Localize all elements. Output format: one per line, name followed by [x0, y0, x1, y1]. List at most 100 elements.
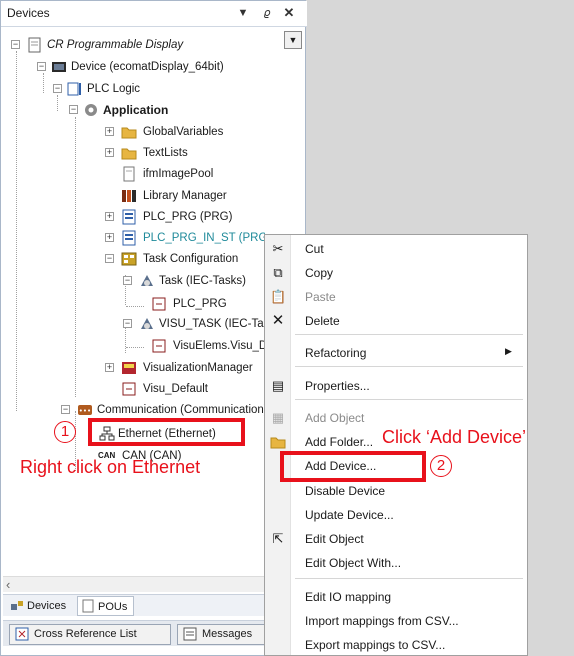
- edit-object-icon: ⇱: [272, 531, 284, 546]
- tab-messages-label: Messages: [202, 628, 253, 640]
- devices-panel: Devices ▼ 𝜚 ✕ − CR Programmable Display …: [0, 0, 307, 656]
- visualization-icon: [121, 381, 137, 397]
- menu-item-export-mappings[interactable]: Export mappings to CSV...: [305, 635, 445, 655]
- tree-device[interactable]: Device (ecomatDisplay_64bit): [71, 57, 224, 77]
- expand-toggle[interactable]: −: [105, 254, 114, 263]
- expand-toggle[interactable]: −: [69, 105, 78, 114]
- close-icon[interactable]: ✕: [281, 4, 297, 22]
- tree-plc-prg-in-st[interactable]: PLC_PRG_IN_ST (PRG): [143, 228, 265, 248]
- folder-icon: [270, 434, 286, 450]
- tree-textlists[interactable]: TextLists: [143, 143, 188, 163]
- tab-cross-reference-label: Cross Reference List: [34, 628, 137, 640]
- delete-icon: ✕: [271, 312, 285, 329]
- program-call-icon: [151, 296, 167, 312]
- cross-reference-icon: [14, 626, 30, 642]
- add-object-icon: ▦: [271, 410, 285, 425]
- image-pool-icon: [121, 166, 137, 182]
- output-tab-strip: Cross Reference List Messages: [3, 620, 305, 646]
- folder-icon: [121, 124, 137, 140]
- menu-item-disable-device[interactable]: Disable Device: [305, 481, 385, 501]
- tree-task-configuration[interactable]: Task Configuration: [143, 249, 265, 269]
- pous-tab-icon: [80, 598, 96, 614]
- tree-communication[interactable]: Communication (Communication): [97, 400, 265, 420]
- menu-item-edit-io-mapping[interactable]: Edit IO mapping: [305, 587, 391, 607]
- menu-item-add-object[interactable]: Add Object: [305, 408, 364, 428]
- step-1-marker: 1: [54, 421, 76, 443]
- menu-item-edit-object[interactable]: Edit Object: [305, 529, 364, 549]
- tree-visualization-manager[interactable]: VisualizationManager: [143, 358, 265, 378]
- cut-icon: ✂: [272, 241, 284, 256]
- tab-devices-label: Devices: [27, 600, 67, 612]
- tree-application[interactable]: Application: [103, 100, 168, 120]
- communication-icon: •••: [77, 402, 93, 418]
- paste-icon: 📋: [270, 289, 287, 304]
- pin-icon[interactable]: 𝜚: [259, 4, 275, 22]
- pou-icon: [121, 209, 137, 225]
- step-2-instruction: Click ‘Add Device’: [382, 427, 527, 447]
- menu-item-update-device[interactable]: Update Device...: [305, 505, 394, 525]
- tree-plc-logic[interactable]: PLC Logic: [87, 79, 140, 99]
- expand-toggle[interactable]: +: [105, 233, 114, 242]
- tree-task[interactable]: Task (IEC-Tasks): [159, 271, 265, 291]
- project-icon: [27, 37, 43, 53]
- step-2-marker: 2: [430, 455, 452, 477]
- pou-icon: [121, 230, 137, 246]
- highlight-add-device: [280, 451, 426, 482]
- program-call-icon: [151, 338, 167, 354]
- expand-toggle[interactable]: +: [105, 148, 114, 157]
- tree-global-variables[interactable]: GlobalVariables: [143, 122, 223, 142]
- dropdown-arrow-icon[interactable]: ▼: [235, 4, 251, 22]
- tree-task-plc-prg[interactable]: PLC_PRG: [173, 294, 227, 314]
- panel-tab-strip: Devices POUs: [3, 594, 305, 616]
- menu-item-delete[interactable]: Delete: [305, 311, 340, 331]
- expand-toggle[interactable]: −: [11, 40, 20, 49]
- menu-item-edit-object-with[interactable]: Edit Object With...: [305, 553, 401, 573]
- tree-plc-prg[interactable]: PLC_PRG (PRG): [143, 207, 232, 227]
- library-icon: [121, 188, 137, 204]
- tab-pous-label: POUs: [98, 601, 128, 613]
- plc-logic-icon: [67, 81, 83, 97]
- scroll-left-icon[interactable]: ‹: [6, 577, 10, 593]
- folder-icon: [121, 145, 137, 161]
- menu-item-import-mappings[interactable]: Import mappings from CSV...: [305, 611, 459, 631]
- tree-root[interactable]: CR Programmable Display: [47, 35, 183, 55]
- expand-toggle[interactable]: −: [53, 84, 62, 93]
- tab-pous[interactable]: POUs: [77, 596, 135, 616]
- expand-toggle[interactable]: +: [105, 127, 114, 136]
- expand-toggle[interactable]: −: [61, 405, 70, 414]
- svg-text:•••: •••: [79, 407, 91, 415]
- expand-toggle[interactable]: −: [123, 319, 132, 328]
- expand-toggle[interactable]: +: [105, 363, 114, 372]
- tree-image-pool[interactable]: ifmImagePool: [143, 164, 213, 184]
- visualization-manager-icon: [121, 360, 137, 376]
- task-icon: [139, 273, 155, 289]
- tab-cross-reference-list[interactable]: Cross Reference List: [9, 624, 171, 645]
- expand-toggle[interactable]: −: [123, 276, 132, 285]
- expand-toggle[interactable]: +: [105, 212, 114, 221]
- expand-toggle[interactable]: −: [37, 62, 46, 71]
- menu-item-properties[interactable]: Properties...: [305, 376, 370, 396]
- task-icon: [139, 316, 155, 332]
- submenu-arrow-icon: ▶: [505, 346, 512, 356]
- menu-item-paste[interactable]: Paste: [305, 287, 336, 307]
- tree-visu-task[interactable]: VISU_TASK (IEC-Tasks): [159, 314, 265, 334]
- menu-item-add-folder[interactable]: Add Folder...: [305, 432, 373, 452]
- horizontal-scrollbar[interactable]: ‹: [3, 576, 305, 592]
- tab-devices[interactable]: Devices: [7, 596, 66, 616]
- properties-icon: ▤: [271, 378, 285, 393]
- step-1-instruction: Right click on Ethernet: [20, 457, 201, 477]
- copy-icon: ⧉: [273, 265, 283, 280]
- menu-item-refactoring[interactable]: Refactoring: [305, 343, 366, 363]
- panel-titlebar: Devices ▼ 𝜚 ✕: [1, 1, 307, 27]
- messages-icon: [182, 626, 198, 642]
- tree-visu-elems[interactable]: VisuElems.Visu_Default: [173, 336, 265, 356]
- highlight-ethernet: [88, 418, 245, 446]
- tree-library-manager[interactable]: Library Manager: [143, 186, 227, 206]
- tree-visu-default[interactable]: Visu_Default: [143, 379, 208, 399]
- panel-title: Devices: [7, 6, 50, 20]
- application-gear-icon: [83, 102, 99, 118]
- devices-tab-icon: [9, 598, 25, 614]
- root-dropdown-button[interactable]: ▼: [284, 31, 302, 49]
- menu-item-cut[interactable]: Cut: [305, 239, 324, 259]
- menu-item-copy[interactable]: Copy: [305, 263, 333, 283]
